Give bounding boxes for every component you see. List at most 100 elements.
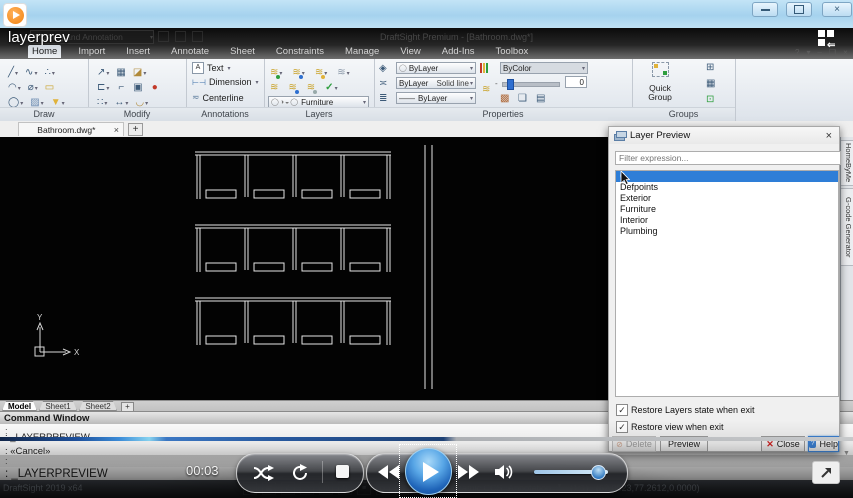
document-tab[interactable]: Bathroom.dwg* × [18,122,124,136]
layer-preview-icon [614,131,625,140]
fullscreen-button[interactable] [812,461,840,484]
match-properties-icon: ◈ [379,63,387,75]
ribbon-panel-layers: ≋▾ ≋▾ ≋▾ ≋▾ ≋ ≋ ≋ ✓▾ ◯◑◒◯ Furniture ▾ La… [264,59,375,121]
layer-states-button[interactable]: ≋▾ [337,62,349,80]
centerline-tool-button[interactable]: ≂ Centerline [192,92,244,103]
layer-list-item[interactable]: Interior [616,215,838,226]
sheet-tab-sheet1[interactable]: Sheet1 [39,401,77,411]
transparency-value-box[interactable]: 0 [565,76,587,88]
restore-view-label: Restore view when exit [631,422,724,432]
layer-list-item[interactable]: Exterior [616,193,838,204]
open-file-icon [175,31,186,42]
panel-label-draw: Draw [0,107,88,121]
ribbon-tab-addins[interactable]: Add-Ins [438,45,479,58]
layer-isolate-button[interactable]: ≋ [288,77,296,95]
ribbon-tab-import[interactable]: Import [74,45,109,58]
stall-bank-1 [195,152,391,199]
transparency-slider-knob[interactable] [507,79,514,90]
chevron-down-icon: ▾ [150,34,153,41]
dialog-title-bar[interactable]: Layer Preview × [609,127,839,144]
ribbon-tab-toolbox[interactable]: Toolbox [492,45,533,58]
quick-group-label: Quick Group [642,84,678,102]
text-tool-button[interactable]: A Text▾ [192,62,231,74]
text-label: Text [207,63,224,73]
fast-forward-button[interactable] [458,465,481,480]
layer-list-item[interactable]: Plumbing [616,226,838,237]
window-minimize-button[interactable] [752,2,778,17]
page-icon: ▤ [536,93,545,105]
volume-slider-knob[interactable] [591,465,606,480]
ribbon-tab-manage[interactable]: Manage [341,45,383,58]
side-tab-homebyme[interactable]: HomeByMe [841,140,853,186]
volume-icon[interactable] [494,463,516,481]
ribbon-tab-constraints[interactable]: Constraints [272,45,328,58]
layer-merge-button[interactable]: ≋ [307,77,315,95]
sheet-tab-label: Model [8,402,31,411]
window-close-button[interactable]: × [822,2,852,17]
close-icon[interactable]: × [114,125,123,135]
stop-button[interactable] [336,465,349,478]
new-document-tab-button[interactable]: + [128,123,143,136]
repeat-button[interactable] [291,463,311,482]
quick-group-icon [652,62,669,77]
line-color-select[interactable]: ◯ ByLayer ▾ [396,62,476,74]
line-style-value: ByLayer [399,79,437,88]
ribbon-tab-annotate[interactable]: Annotate [167,45,213,58]
restore-layers-checkbox[interactable]: ✓ [616,404,628,416]
close-icon[interactable]: × [826,130,832,142]
layer-stack-icon: ≋ [307,82,315,93]
ribbon-mini-controls[interactable]: ?▾‒❑× [795,48,848,57]
chevron-down-icon: ▾ [582,65,585,72]
color-circle-icon: ◯ [399,64,407,72]
shuffle-button[interactable] [252,464,278,482]
check-icon: ✓ [325,82,333,93]
ribbon-tab-sheet[interactable]: Sheet [226,45,259,58]
dimension-tool-button[interactable]: ⊢⊣ Dimension▾ [192,77,258,87]
ribbon-tab-home[interactable]: Home [28,45,61,58]
layer-list[interactable]: 0 Defpoints Exterior Furniture Interior … [615,170,839,397]
player-logo-badge[interactable] [3,3,27,27]
volume-slider-track[interactable] [534,470,608,474]
rotate-tool-button[interactable]: ● [152,77,158,95]
save-file-icon [192,31,203,42]
ribbon-panel-modify: ↗▾ ▦ ◪▾ ⊏▾ ⌐ ▣ ● ∷▾ ↔▾ ◡▾ Modify [88,59,187,121]
layer-list-item[interactable]: Furniture [616,204,838,215]
help-icon: ? [809,440,816,448]
window-maximize-button[interactable] [786,2,812,17]
ribbon-tab-view[interactable]: View [396,45,424,58]
by-color-select[interactable]: ByColor ▾ [500,62,588,74]
play-button[interactable] [405,448,452,495]
quick-access-toolbar[interactable] [158,31,228,41]
restore-view-checkbox[interactable]: ✓ [616,421,628,433]
transparency-icon: ≋ [482,84,490,95]
layer-activate-button[interactable]: ✓▾ [325,77,337,95]
app-version-label: DraftSight 2019 x64 [3,483,83,493]
side-tab-gcode[interactable]: G-code Generator [841,188,853,266]
layer-list-item[interactable]: Defpoints [616,182,838,193]
group-manager-icon[interactable]: ⊡ [706,94,714,106]
line-style-select[interactable]: ByLayer Solid line ▾ [396,77,476,89]
close-icon: × [834,4,840,15]
sheet-tab-sheet2[interactable]: Sheet2 [79,401,117,411]
check-icon: ✓ [618,405,626,415]
group-ungroup-icon[interactable]: ▦ [706,78,715,90]
ribbon-tab-insert[interactable]: Insert [122,45,154,58]
layer-list-item-selected[interactable]: 0 [616,171,838,182]
ucs-x-label: X [74,348,80,357]
rewind-button[interactable] [378,465,401,480]
quick-group-button[interactable]: Quick Group [642,62,678,106]
command-prompt-input[interactable]: : _LAYERPREVIEW [5,468,108,480]
layer-off-button[interactable]: ≋ [270,77,278,95]
group-edit-icon[interactable]: ⊞ [706,62,714,74]
grid-icon [818,39,825,46]
layer-preview-dialog: Layer Preview × 0 Defpoints Exterior Fur… [608,126,840,452]
filter-expression-input[interactable] [615,151,841,165]
restore-icon: ❑ [829,48,836,57]
stall-bank-3 [195,298,391,345]
line-weight-select[interactable]: —— ByLayer ▾ [396,92,476,104]
video-seek-bar[interactable] [0,437,853,441]
transparency-slider-track[interactable] [502,82,560,87]
help-icon: ? [795,48,799,57]
sheet-tab-model[interactable]: Model [2,401,37,411]
ribbon-tab-bar: Home Import Insert Annotate Sheet Constr… [28,45,532,58]
